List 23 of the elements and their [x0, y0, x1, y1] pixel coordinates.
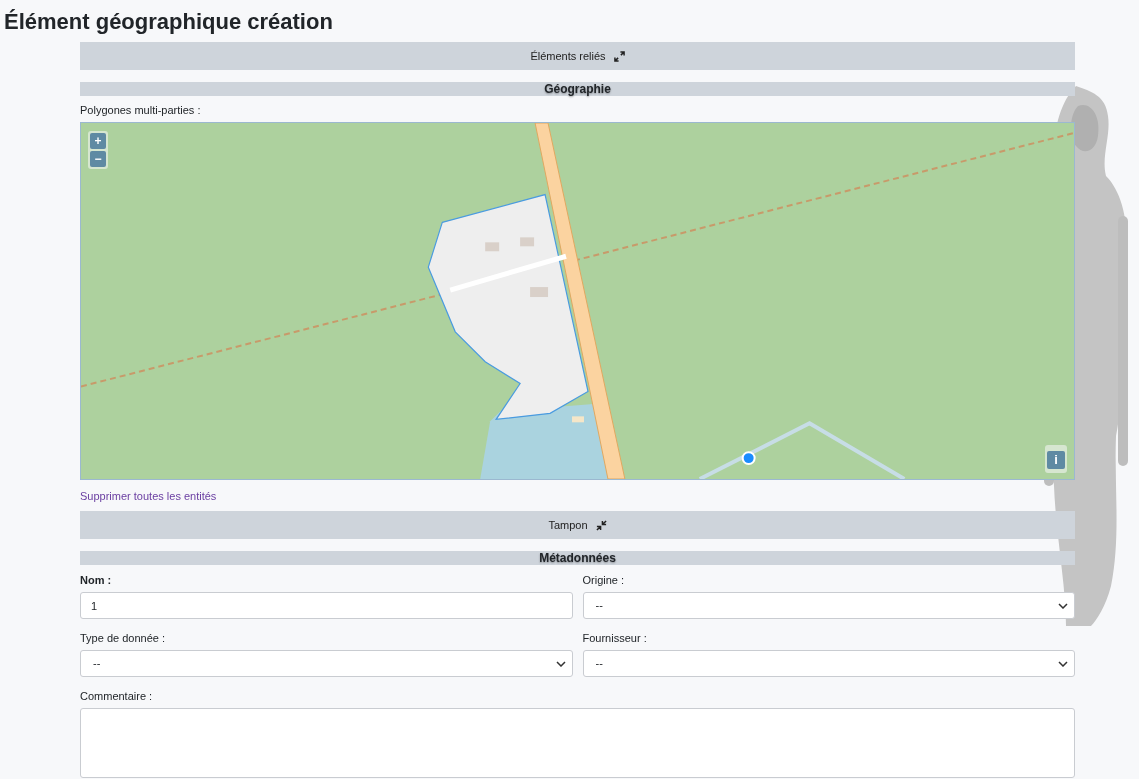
section-toggle[interactable]: Tampon [80, 511, 1075, 539]
section-heading: Géographie [544, 82, 611, 96]
field-label: Type de donnée : [80, 631, 166, 645]
name-input[interactable]: 1 [80, 592, 573, 619]
field-label: Polygones multi-parties : [80, 103, 202, 117]
expand-icon [613, 50, 625, 62]
section-heading: Métadonnées [539, 551, 616, 565]
select-field[interactable]: -- [80, 650, 573, 677]
chevron-icon [1058, 660, 1068, 667]
collapse-icon [595, 519, 607, 531]
delete-all-link[interactable]: Supprimer toutes les entités [80, 490, 217, 502]
field-label: Fournisseur : [582, 631, 648, 645]
select-field[interactable]: -- [582, 592, 1075, 619]
chevron-icon [555, 660, 566, 667]
select-field[interactable]: -- [582, 650, 1075, 677]
page-title: Élément géographique création [3, 8, 334, 36]
field-label: Origine : [582, 573, 626, 587]
zoom-out-button[interactable]: − [90, 151, 106, 167]
field-label: Nom : [80, 573, 113, 587]
comment-field[interactable] [80, 708, 1075, 778]
zoom-in-button[interactable]: + [90, 133, 106, 149]
section-toggle[interactable]: Éléments reliés [80, 42, 1075, 70]
field-label: Commentaire : [80, 689, 154, 703]
